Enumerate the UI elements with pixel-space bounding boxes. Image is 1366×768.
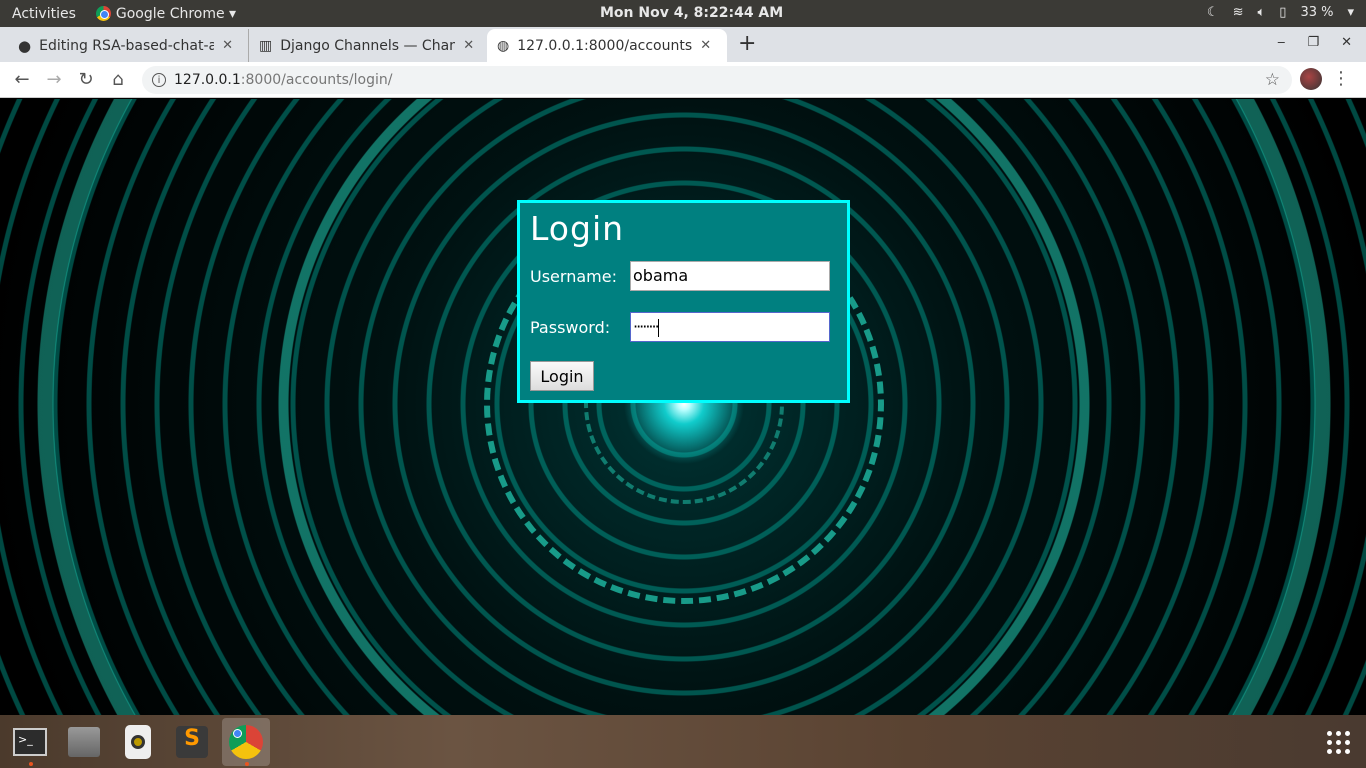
- new-tab-button[interactable]: +: [738, 31, 756, 56]
- tab-title: Editing RSA-based-chat-app: [39, 37, 215, 54]
- night-light-icon: ☾: [1206, 5, 1219, 20]
- docs-icon: ▥: [259, 37, 273, 54]
- close-tab-icon[interactable]: ✕: [222, 38, 233, 53]
- show-applications-icon[interactable]: [1327, 731, 1350, 754]
- chrome-icon: [95, 6, 111, 21]
- files-icon: [68, 726, 100, 757]
- app-menu[interactable]: Google Chrome ▾: [95, 5, 237, 22]
- tab-title: Django Channels — Channels: [280, 37, 456, 54]
- dock-files[interactable]: [60, 718, 108, 766]
- tab-title: 127.0.0.1:8000/accounts/login/: [517, 37, 693, 54]
- running-indicator: [29, 761, 33, 766]
- reload-icon[interactable]: ↻: [70, 69, 102, 90]
- sublime-icon: S: [176, 725, 208, 758]
- speaker-icon: [125, 724, 151, 759]
- tab-login[interactable]: ◍ 127.0.0.1:8000/accounts/login/ ✕: [487, 29, 727, 62]
- back-icon[interactable]: ←: [6, 69, 38, 90]
- dock-sublime-text[interactable]: S: [168, 718, 216, 766]
- username-label: Username:: [530, 266, 617, 286]
- login-button[interactable]: Login: [530, 361, 594, 391]
- tab-strip: ● Editing RSA-based-chat-app ✕ ▥ Django Cha…: [0, 27, 1366, 62]
- bookmark-star-icon[interactable]: ☆: [1265, 70, 1280, 90]
- battery-level: 33 %: [1300, 5, 1334, 20]
- login-form: Login Username: obama Password: ········ L…: [517, 200, 850, 403]
- close-tab-icon[interactable]: ✕: [700, 38, 711, 53]
- terminal-icon: >_: [13, 727, 47, 756]
- page-background: [0, 99, 1366, 715]
- close-window-icon[interactable]: ✕: [1341, 35, 1352, 50]
- power-menu-icon: ▾: [1347, 5, 1354, 20]
- globe-icon: ◍: [497, 37, 510, 54]
- dock-chrome[interactable]: [222, 717, 270, 766]
- password-mask: ········: [633, 317, 660, 336]
- close-tab-icon[interactable]: ✕: [463, 38, 474, 53]
- address-bar[interactable]: i 127.0.0.1:8000/accounts/login/: [142, 66, 1292, 94]
- minimize-icon[interactable]: ‒: [1277, 35, 1285, 50]
- running-indicator: [245, 761, 249, 766]
- battery-icon: ▯: [1279, 5, 1287, 20]
- system-top-bar: Activities Google Chrome ▾ Mon Nov 4, 8:…: [0, 0, 1366, 27]
- text-caret: [657, 318, 659, 337]
- tab-django-channels[interactable]: ▥ Django Channels — Channels ✕: [248, 29, 486, 62]
- wifi-icon: ≋: [1232, 5, 1244, 20]
- home-icon[interactable]: ⌂: [102, 69, 134, 90]
- kebab-menu-icon[interactable]: ⋮: [1332, 68, 1350, 89]
- dock-terminal[interactable]: >_: [6, 718, 54, 766]
- tab-github[interactable]: ● Editing RSA-based-chat-app ✕: [8, 29, 248, 62]
- app-menu-label: Google Chrome ▾: [115, 5, 237, 22]
- volume-icon: 🔈︎: [1257, 5, 1266, 20]
- username-input[interactable]: obama: [630, 261, 830, 291]
- activities-button[interactable]: Activities: [12, 6, 76, 22]
- chrome-icon: [229, 724, 263, 759]
- password-input[interactable]: ········: [630, 312, 830, 342]
- clock[interactable]: Mon Nov 4, 8:22:44 AM: [600, 5, 783, 21]
- system-tray[interactable]: ☾ ≋ 🔈︎ ▯ 33 % ▾: [1207, 5, 1354, 20]
- profile-avatar[interactable]: [1300, 68, 1322, 90]
- login-title: Login: [530, 209, 625, 248]
- dock-rhythmbox[interactable]: [114, 718, 162, 766]
- dock: >_ S: [0, 715, 1366, 768]
- forward-icon[interactable]: →: [38, 69, 70, 90]
- info-icon[interactable]: i: [152, 73, 166, 87]
- password-label: Password:: [530, 317, 611, 337]
- url-host: 127.0.0.1: [174, 72, 241, 88]
- github-icon: ●: [18, 36, 32, 55]
- browser-toolbar: ← → ↻ ⌂ i 127.0.0.1:8000/accounts/login/ …: [0, 62, 1366, 98]
- maximize-icon[interactable]: ❐: [1307, 35, 1319, 50]
- url-path: :8000/accounts/login/: [240, 72, 393, 88]
